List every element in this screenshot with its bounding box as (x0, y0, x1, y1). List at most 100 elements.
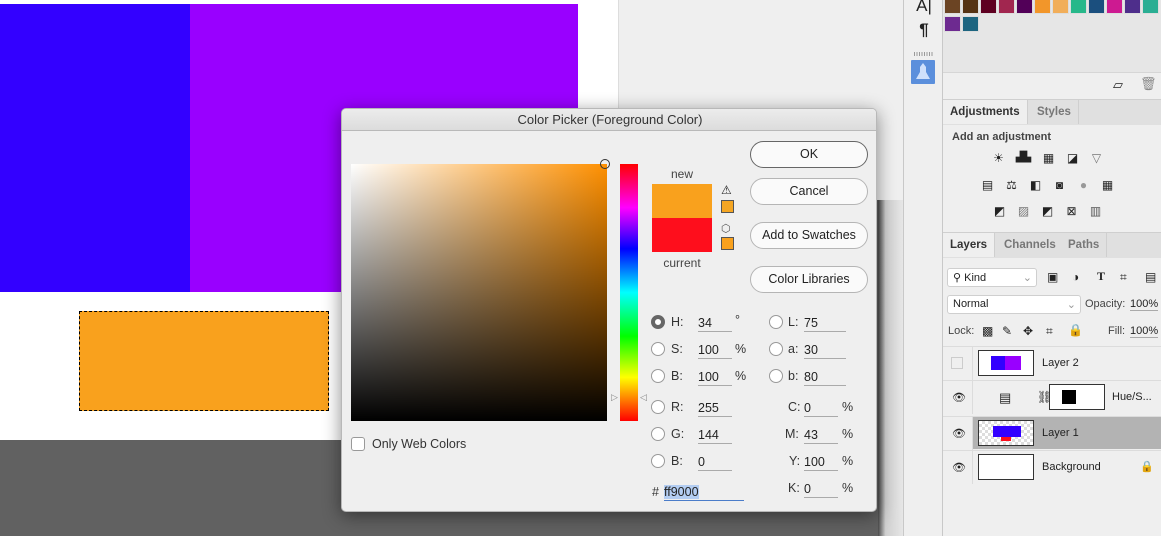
invert-icon[interactable]: ◩ (991, 204, 1008, 218)
ok-button[interactable]: OK (750, 141, 868, 168)
swatch[interactable] (962, 16, 979, 32)
lock-move-icon[interactable]: ✥ (1023, 324, 1033, 338)
smart-object-filter-icon[interactable]: ▤ (1145, 270, 1156, 284)
hue-slider[interactable] (620, 164, 638, 421)
swatch[interactable] (1052, 0, 1069, 14)
layer-filter-select[interactable]: ⚲ Kind ⌄ (947, 268, 1037, 287)
pixel-filter-icon[interactable]: ▣ (1047, 270, 1058, 284)
saturation-radio[interactable] (651, 342, 665, 356)
color-lookup-icon[interactable]: ▦ (1099, 178, 1116, 192)
layer-row-background[interactable]: 👁 Background 🔒 (943, 450, 1161, 484)
levels-icon[interactable]: ▟▙ (1015, 151, 1032, 165)
layer-row-layer-1[interactable]: 👁 Layer 1 (943, 416, 1161, 450)
color-balance-icon[interactable]: ⚖ (1003, 178, 1020, 192)
layer-row-layer-2[interactable]: Layer 2 (943, 346, 1161, 380)
fill-input[interactable]: 100% (1130, 325, 1159, 338)
lab-l-input[interactable]: 75 (804, 314, 846, 332)
gradient-map-icon[interactable]: ⊠ (1063, 204, 1080, 218)
only-web-colors-checkbox[interactable] (351, 437, 365, 451)
current-color-swatch[interactable] (652, 218, 712, 252)
posterize-icon[interactable]: ▨ (1015, 204, 1032, 218)
opacity-input[interactable]: 100% (1130, 298, 1159, 311)
color-field[interactable] (351, 164, 607, 421)
green-input[interactable]: 144 (698, 426, 732, 444)
brightness-radio[interactable] (651, 369, 665, 383)
blend-mode-select[interactable]: Normal ⌄ (947, 295, 1081, 314)
new-swatch-icon[interactable]: ▱ (1113, 77, 1123, 93)
paragraph-panel-icon[interactable]: ¶ (904, 20, 944, 40)
saturation-input[interactable]: 100 (698, 341, 732, 359)
photo-filter-icon[interactable]: ◙ (1051, 178, 1068, 192)
hue-slider-right-arrow[interactable]: ◁ (640, 392, 647, 403)
channel-mixer-icon[interactable]: ● (1075, 178, 1092, 192)
tab-channels[interactable]: Channels (997, 233, 1064, 257)
swatch[interactable] (1124, 0, 1141, 14)
swatch[interactable] (1106, 0, 1123, 14)
out-of-gamut-warning-icon[interactable]: ⚠ (721, 183, 732, 197)
swatch[interactable] (1088, 0, 1105, 14)
red-input[interactable]: 255 (698, 399, 732, 417)
blue-input[interactable]: 0 (698, 453, 732, 471)
adjustment-filter-icon[interactable]: ◑ (1072, 270, 1079, 284)
lock-all-icon[interactable]: 🔒 (1068, 323, 1083, 337)
shape-filter-icon[interactable]: ⌗ (1120, 270, 1127, 285)
trash-icon[interactable]: 🗑 (1140, 76, 1157, 92)
lock-paint-icon[interactable]: ✎ (1002, 324, 1012, 338)
exposure-icon[interactable]: ◪ (1064, 151, 1081, 165)
tab-layers[interactable]: Layers (943, 233, 996, 257)
swatch[interactable] (944, 16, 961, 32)
web-safe-cube-icon[interactable]: ⬡ (721, 222, 731, 235)
add-to-swatches-button[interactable]: Add to Swatches (750, 222, 868, 249)
brightness-input[interactable]: 100 (698, 368, 732, 386)
green-radio[interactable] (651, 427, 665, 441)
swatch[interactable] (1016, 0, 1033, 14)
tab-adjustments[interactable]: Adjustments (943, 100, 1028, 124)
layer-row-hue-saturation[interactable]: 👁 ▤ ⛓ Hue/S... (943, 380, 1161, 414)
lab-a-input[interactable]: 30 (804, 341, 846, 359)
hue-slider-left-arrow[interactable]: ▷ (611, 392, 618, 403)
swatch[interactable] (1142, 0, 1159, 14)
lab-l-radio[interactable] (769, 315, 783, 329)
swatch[interactable] (980, 0, 997, 14)
eye-icon[interactable]: 👁 (951, 427, 967, 440)
curves-icon[interactable]: ▦ (1040, 151, 1057, 165)
selective-color-icon[interactable]: ▥ (1087, 204, 1104, 218)
lock-transparent-icon[interactable]: ▩ (982, 324, 993, 338)
magenta-input[interactable]: 43 (804, 426, 838, 444)
selection-marquee[interactable] (79, 311, 329, 411)
tab-paths[interactable]: Paths (1061, 233, 1108, 257)
web-safe-color-swatch[interactable] (721, 237, 734, 250)
cancel-button[interactable]: Cancel (750, 178, 868, 205)
character-panel-icon[interactable]: A| (904, 0, 944, 16)
swatch[interactable] (1070, 0, 1087, 14)
hue-saturation-icon[interactable]: ▤ (979, 178, 996, 192)
hue-input[interactable]: 34 (698, 314, 732, 332)
dock-grip[interactable] (914, 52, 934, 56)
plugin-icon[interactable] (911, 60, 935, 84)
hue-radio[interactable] (651, 315, 665, 329)
color-libraries-button[interactable]: Color Libraries (750, 266, 868, 293)
type-filter-icon[interactable]: T (1097, 269, 1105, 284)
eye-icon[interactable]: 👁 (951, 391, 967, 404)
swatch[interactable] (998, 0, 1015, 14)
vibrance-icon[interactable]: ▽ (1088, 151, 1105, 165)
black-input[interactable]: 0 (804, 480, 838, 498)
lab-b-input[interactable]: 80 (804, 368, 846, 386)
visibility-toggle[interactable] (951, 357, 963, 369)
eye-icon[interactable]: 👁 (951, 461, 967, 474)
brightness-contrast-icon[interactable]: ☀ (990, 151, 1007, 165)
hex-input[interactable]: ff9000 (664, 483, 744, 501)
threshold-icon[interactable]: ◩ (1039, 204, 1056, 218)
cyan-input[interactable]: 0 (804, 399, 838, 417)
red-radio[interactable] (651, 400, 665, 414)
lab-b-radio[interactable] (769, 369, 783, 383)
blue-radio[interactable] (651, 454, 665, 468)
yellow-input[interactable]: 100 (804, 453, 838, 471)
color-field-marker[interactable] (600, 159, 610, 169)
black-white-icon[interactable]: ◧ (1027, 178, 1044, 192)
swatch[interactable] (1034, 0, 1051, 14)
tab-styles[interactable]: Styles (1030, 100, 1079, 124)
lock-artboard-icon[interactable]: ⌗ (1046, 324, 1053, 339)
swatch[interactable] (944, 0, 961, 14)
swatch[interactable] (962, 0, 979, 14)
